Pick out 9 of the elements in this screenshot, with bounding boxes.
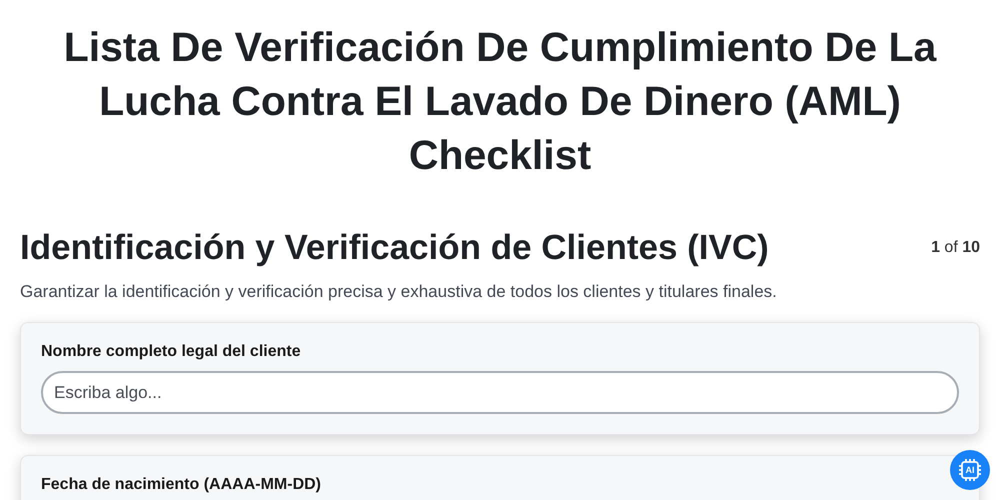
field-label: Nombre completo legal del cliente: [41, 343, 302, 361]
section-heading: Identificación y Verificación de Clientes (IVC): [20, 227, 769, 269]
page-title: Lista De Verificación De Cumplimiento De La Lucha Contra El Lavado De Dinero (AML) Checklist: [62, 23, 938, 180]
ai-assistant-button[interactable]: AI: [950, 450, 990, 490]
chip-icon: [957, 457, 983, 483]
text-field[interactable]: Escriba algo...: [41, 371, 959, 414]
section-description: Garantizar la identificación y verificación precisa y exhaustiva de todos los clientes y titulares finales.: [20, 282, 778, 302]
page-counter: 1 of 10: [931, 239, 980, 257]
field-label: Fecha de nacimiento (AAAA-MM-DD): [41, 476, 322, 494]
